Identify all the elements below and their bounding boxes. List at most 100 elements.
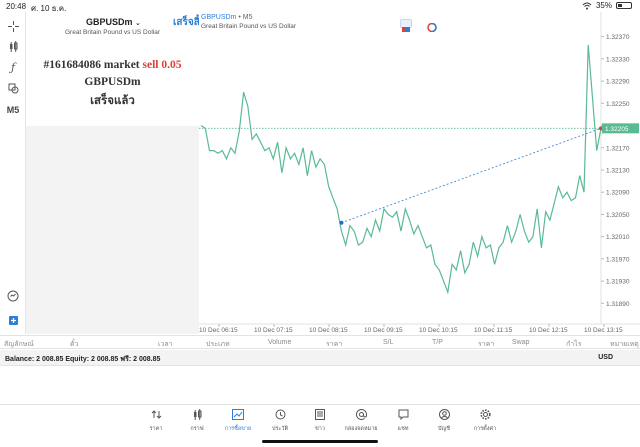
chart-background xyxy=(199,12,640,334)
news-icon xyxy=(303,409,337,423)
price-tick-label: 1.32330 xyxy=(606,56,630,63)
positions-column-header: ตั๋ว xyxy=(70,341,79,348)
panel-symbol: GBPUSDm xyxy=(86,17,133,27)
tab-trade[interactable]: การซื้อขาย xyxy=(221,409,255,433)
status-time: 20:48 xyxy=(6,2,27,11)
objects-icon[interactable] xyxy=(4,80,22,96)
balance-row: Balance: 2 008.85 Equity: 2 008.85 ฟรี: … xyxy=(0,350,640,366)
time-tick-label: 10 Dec 06:15 xyxy=(199,327,238,334)
positions-column-header: T/P xyxy=(432,339,443,346)
new-order-icon[interactable] xyxy=(4,312,22,328)
positions-column-header: สัญลักษณ์ xyxy=(4,341,34,348)
battery-percent: 35% xyxy=(595,1,612,10)
time-tick-label: 10 Dec 12:15 xyxy=(529,327,568,334)
depth-of-market-icon[interactable] xyxy=(426,19,438,33)
order-number: #161684086 xyxy=(43,59,102,71)
price-chart[interactable]: 1.323701.323301.322901.322501.322101.321… xyxy=(199,12,640,334)
chat-icon xyxy=(386,409,420,423)
order-side: sell xyxy=(142,59,159,71)
price-tick-label: 1.32130 xyxy=(606,168,630,175)
quotes-icon xyxy=(139,409,173,423)
chart-symbol: GBPUSDm xyxy=(201,14,237,21)
time-tick-label: 10 Dec 08:15 xyxy=(309,327,348,334)
positions-column-header: Volume xyxy=(268,339,292,346)
battery-icon xyxy=(616,2,632,9)
wifi-icon xyxy=(582,2,592,9)
timeframe-button[interactable]: M5 xyxy=(4,102,22,118)
tab-chart-candles[interactable]: กราฟ xyxy=(180,409,214,433)
tab-account[interactable]: บัญชี xyxy=(427,409,461,433)
tab-label: การตั้งค่า xyxy=(473,426,497,432)
price-tick-label: 1.32010 xyxy=(606,234,630,241)
history-icon xyxy=(263,409,297,423)
price-tick-label: 1.32090 xyxy=(606,190,630,197)
trade-icon xyxy=(221,409,255,423)
chart-timeframe: • M5 xyxy=(238,14,253,21)
time-tick-label: 10 Dec 11:15 xyxy=(474,327,513,334)
tab-label: แชท xyxy=(397,426,409,432)
mailbox-icon xyxy=(344,409,378,423)
price-tick-label: 1.31970 xyxy=(606,256,630,263)
order-status: เสร็จแล้ว xyxy=(90,95,135,107)
chart-title: GBPUSDm • M5 xyxy=(201,14,252,21)
trade-entry-marker xyxy=(339,220,344,225)
positions-column-header: หมายเหตุ xyxy=(610,341,639,348)
time-tick-label: 10 Dec 09:15 xyxy=(364,327,403,334)
price-tick-label: 1.32370 xyxy=(606,34,630,41)
balance-currency: USD xyxy=(598,354,613,361)
chart-subtitle: Great Britain Pound vs US Dollar xyxy=(201,23,297,30)
price-tick-label: 1.32290 xyxy=(606,79,630,86)
panel-empty-area xyxy=(26,126,199,334)
time-tick-label: 10 Dec 13:15 xyxy=(584,327,623,334)
tab-chat[interactable]: แชท xyxy=(386,409,420,433)
balance-text: Balance: 2 008.85 Equity: 2 008.85 ฟรี: … xyxy=(5,356,161,363)
tab-label: กราฟ xyxy=(190,426,204,432)
price-tick-label: 1.32170 xyxy=(606,145,630,152)
positions-column-header: ประเภท xyxy=(206,341,230,348)
panel-symbol-select[interactable]: GBPUSDm ⌄ xyxy=(86,17,141,27)
time-tick-label: 10 Dec 10:15 xyxy=(419,327,458,334)
status-right: 35% xyxy=(582,1,632,10)
current-price-label: 1.32205 xyxy=(605,126,629,133)
chart-type-icon[interactable] xyxy=(4,38,22,54)
panel-symbol-description: Great Britain Pound vs US Dollar xyxy=(64,29,160,36)
tab-history[interactable]: ประวัติ xyxy=(263,409,297,433)
positions-column-header: Swap xyxy=(512,339,530,346)
tab-label: ราคา xyxy=(149,426,163,432)
crosshair-icon[interactable] xyxy=(4,18,22,34)
price-tick-label: 1.32050 xyxy=(606,212,630,219)
order-summary: #161684086 market sell 0.05 xyxy=(26,59,199,71)
tab-quotes[interactable]: ราคา xyxy=(139,409,173,433)
one-click-trading-icon[interactable] xyxy=(400,19,412,32)
positions-column-header: ราคา xyxy=(326,341,343,348)
tab-mailbox[interactable]: กล่องจดหมาย xyxy=(344,409,378,433)
zoom-search-icon[interactable] xyxy=(4,288,22,304)
tab-news[interactable]: ข่าว xyxy=(303,409,337,433)
order-result-panel: GBPUSDm ⌄ เสร็จสิ้น Great Britain Pound … xyxy=(26,12,207,126)
price-tick-label: 1.31890 xyxy=(606,301,630,308)
tab-label: ประวัติ xyxy=(271,426,289,432)
tab-settings[interactable]: การตั้งค่า xyxy=(468,409,502,433)
positions-column-header: S/L xyxy=(383,339,394,346)
price-tick-label: 1.32250 xyxy=(606,101,630,108)
app-root: 20:48 ศ. 10 ธ.ค. 35% ƒ M5 GBPUSDm ⌄ เสร็… xyxy=(0,0,640,447)
order-symbol: GBPUSDm xyxy=(84,76,141,88)
status-bar: 20:48 ศ. 10 ธ.ค. 35% xyxy=(0,0,640,13)
settings-icon xyxy=(468,409,502,423)
tab-label: บัญชี xyxy=(438,426,450,432)
chevron-down-icon: ⌄ xyxy=(135,20,141,27)
positions-column-header: ราคา xyxy=(478,341,495,348)
indicators-icon[interactable]: ƒ xyxy=(4,59,22,75)
tab-label: การซื้อขาย xyxy=(224,426,252,432)
chart-candles-icon xyxy=(180,409,214,423)
order-volume: 0.05 xyxy=(161,59,182,71)
home-indicator xyxy=(262,440,378,443)
positions-header: สัญลักษณ์ ตั๋ว เวลา ประเภท Volume ราคา S/L T/P ร… xyxy=(0,335,640,349)
time-tick-label: 10 Dec 07:15 xyxy=(254,327,293,334)
tab-label: กล่องจดหมาย xyxy=(344,426,378,432)
price-tick-label: 1.31930 xyxy=(606,279,630,286)
positions-column-header: เวลา xyxy=(158,341,173,348)
order-type: market xyxy=(103,59,140,71)
tab-label: ข่าว xyxy=(315,426,325,432)
account-icon xyxy=(427,409,461,423)
